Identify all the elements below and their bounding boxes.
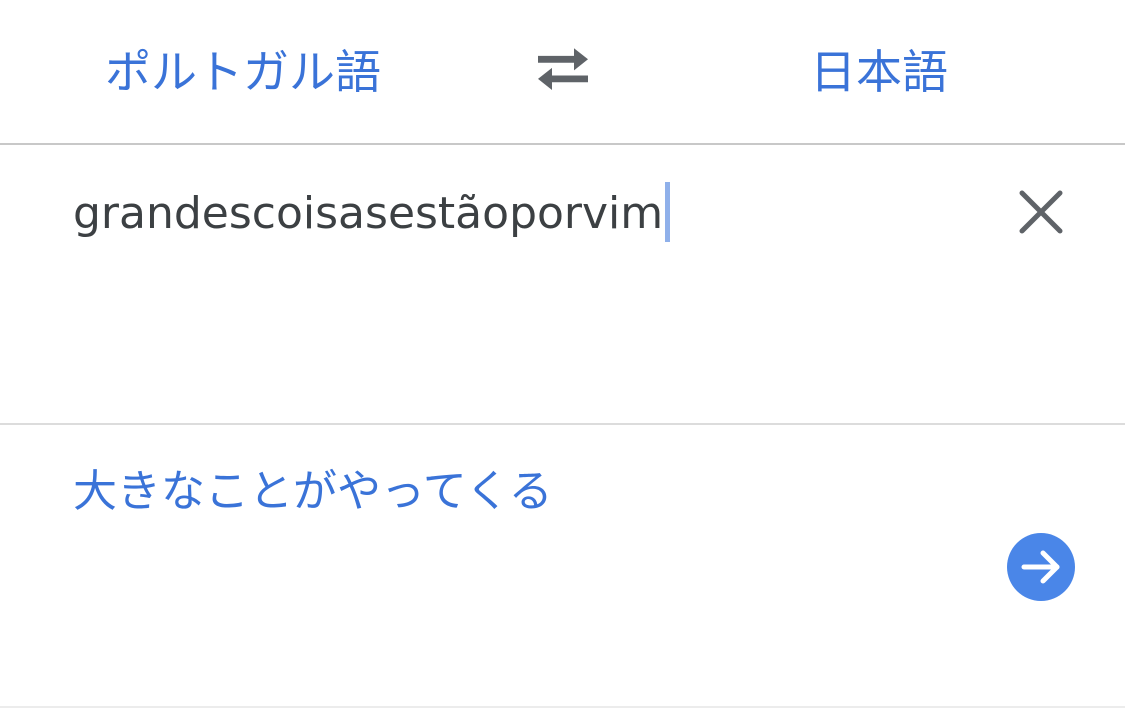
source-text-input[interactable]: grandescoisasestãoporvim bbox=[73, 182, 671, 243]
target-language-button[interactable]: 日本語 bbox=[810, 40, 948, 104]
source-text-value: grandescoisasestãoporvim bbox=[73, 188, 664, 239]
swap-languages-button[interactable] bbox=[534, 48, 592, 96]
clear-text-button[interactable] bbox=[1016, 187, 1066, 237]
translation-area: 大きなことがやってくる bbox=[0, 425, 1125, 708]
swap-horizontal-icon bbox=[538, 48, 588, 90]
source-text-area[interactable]: grandescoisasestãoporvim bbox=[0, 145, 1125, 425]
text-cursor bbox=[665, 182, 671, 242]
source-language-button[interactable]: ポルトガル語 bbox=[105, 40, 381, 104]
arrow-right-circle-icon bbox=[1021, 550, 1060, 584]
translate-app: ポルトガル語 日本語 grandescoisasestãoporvim 大きなこ… bbox=[0, 0, 1125, 710]
language-bar: ポルトガル語 日本語 bbox=[0, 0, 1125, 145]
translation-text: 大きなことがやってくる bbox=[73, 466, 553, 517]
go-translate-button[interactable] bbox=[1007, 533, 1075, 601]
close-icon bbox=[1019, 190, 1063, 234]
